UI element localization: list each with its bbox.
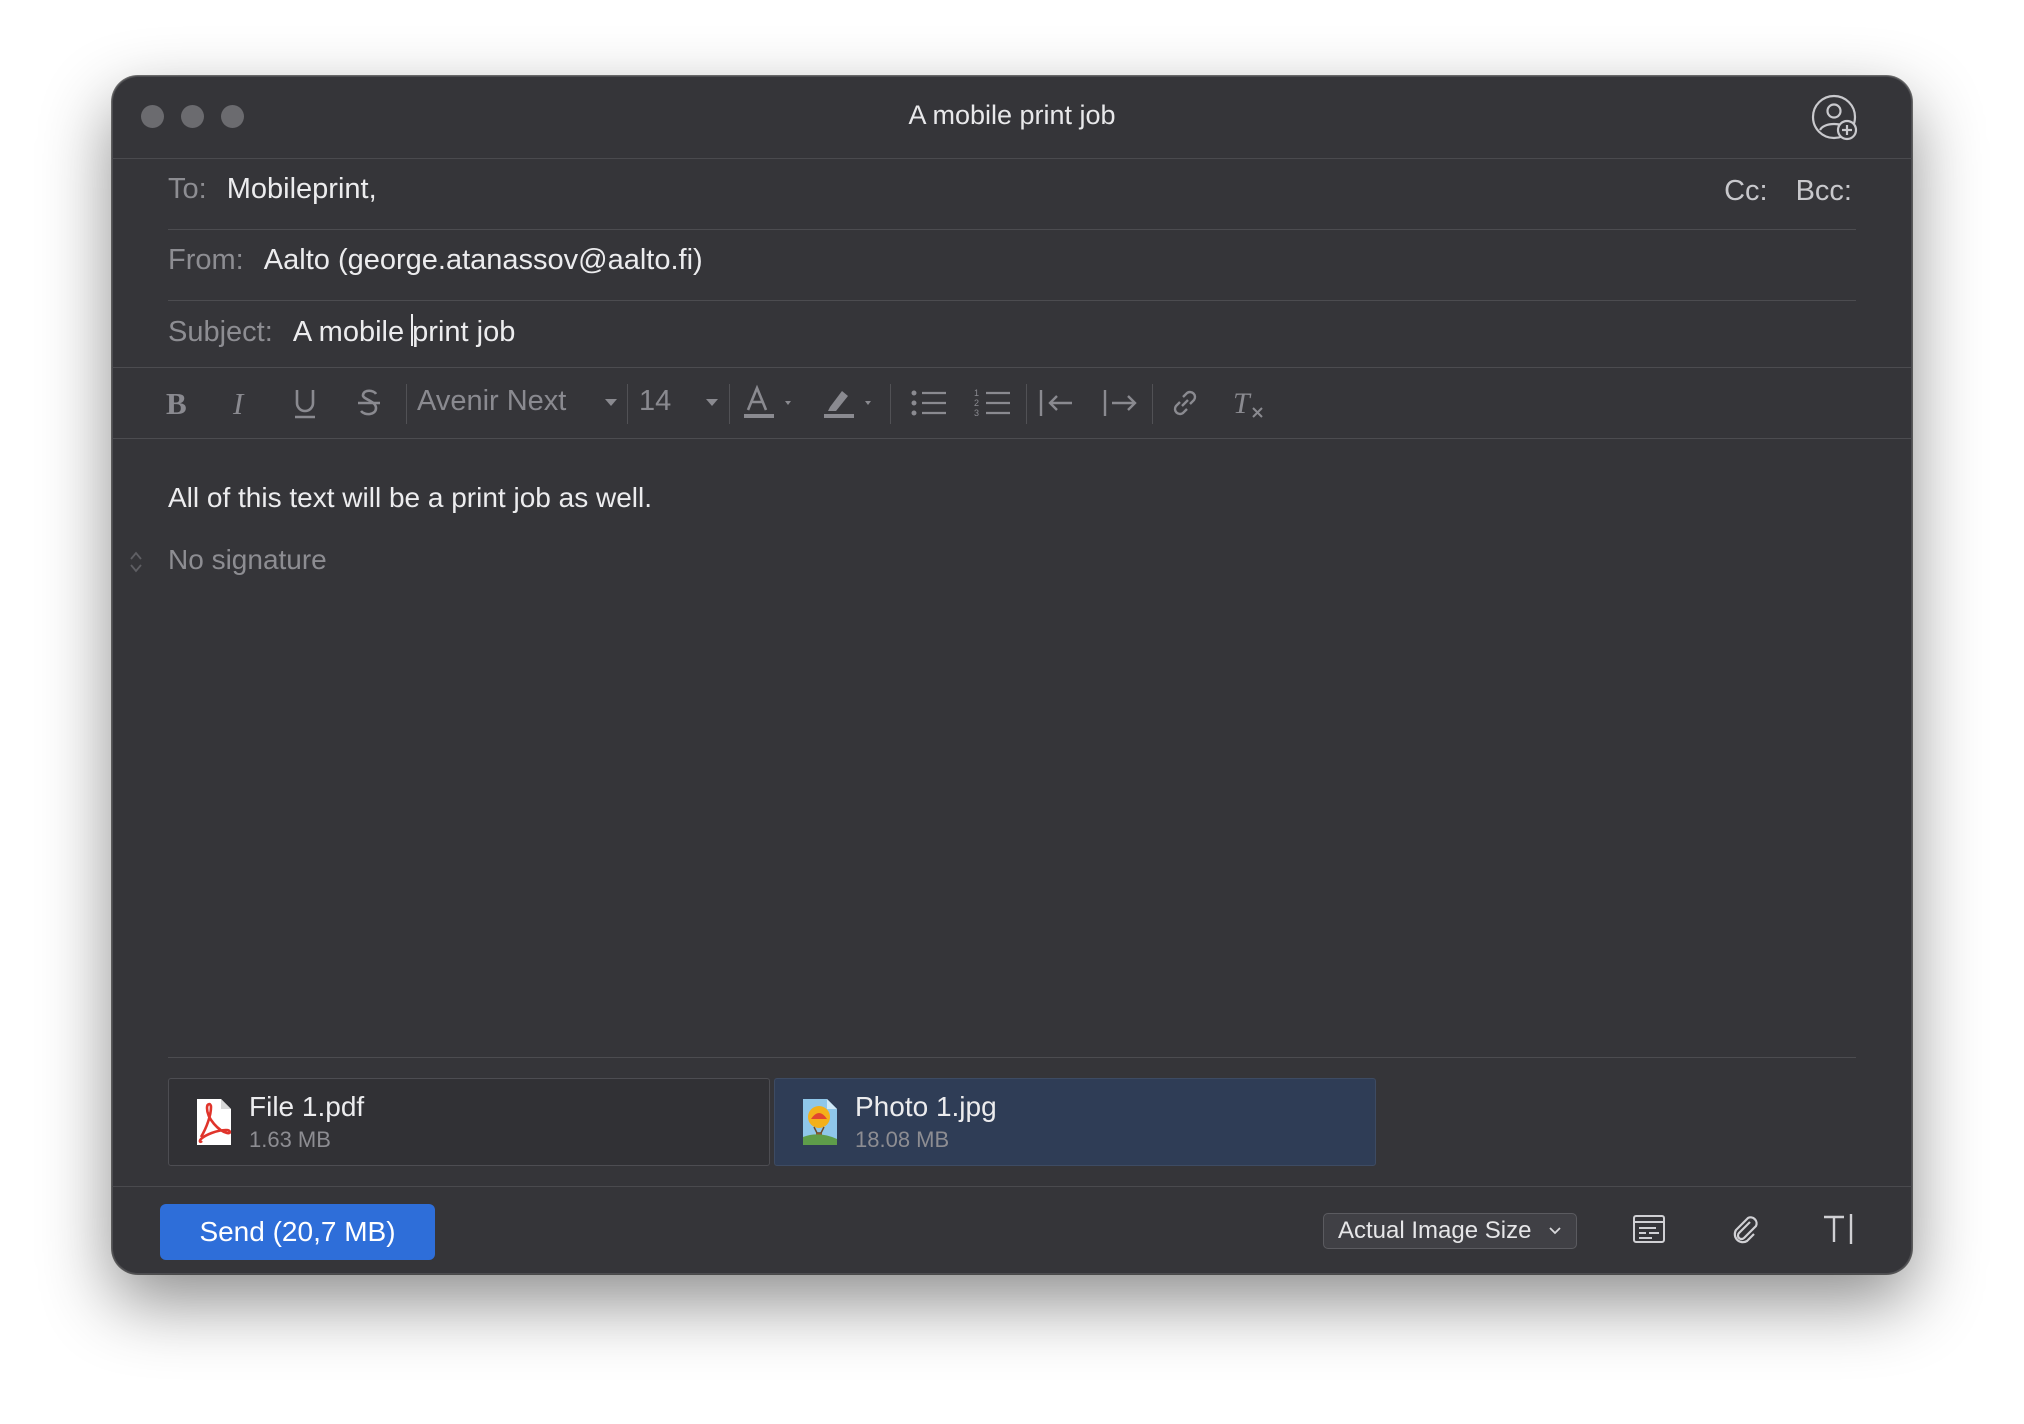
image-size-select[interactable]: Actual Image Size (1323, 1213, 1577, 1249)
attach-file-button[interactable] (1723, 1207, 1767, 1251)
subject-text-after-caret: print job (412, 316, 516, 348)
chevron-down-icon (1549, 1227, 1561, 1235)
insert-link-button[interactable] (1160, 368, 1210, 438)
bold-icon: B (166, 387, 187, 419)
cc-button[interactable]: Cc: (1724, 175, 1768, 207)
underline-icon (295, 390, 315, 419)
window-title: A mobile print job (908, 100, 1116, 130)
send-button[interactable]: Send (20,7 MB) (160, 1204, 435, 1260)
attachment-name: Photo 1.jpg (855, 1091, 997, 1122)
pdf-file-icon (197, 1099, 232, 1145)
message-body-text[interactable]: All of this text will be a print job as … (168, 482, 652, 514)
title-bar: A mobile print job (112, 76, 1912, 159)
underline-button[interactable] (280, 368, 330, 438)
clear-formatting-icon: T (1233, 387, 1263, 420)
to-field[interactable]: Mobileprint, (227, 173, 377, 205)
svg-text:2: 2 (974, 398, 979, 408)
text-color-icon (744, 384, 791, 418)
text-color-button[interactable] (740, 368, 800, 438)
numbered-list-icon: 123 (974, 388, 1010, 418)
attachment-name: File 1.pdf (249, 1091, 365, 1122)
compose-window: A mobile print job To: Mobileprint, Cc: B… (112, 76, 1912, 1274)
attachment-size: 18.08 MB (855, 1127, 950, 1152)
svg-text:T: T (1233, 387, 1252, 420)
attachment-file-2[interactable]: Photo 1.jpg 18.08 MB (774, 1078, 1376, 1166)
bulleted-list-button[interactable] (904, 368, 954, 438)
italic-icon: I (232, 387, 245, 419)
bold-button[interactable]: B (152, 368, 202, 438)
decrease-indent-button[interactable] (1032, 368, 1082, 438)
format-toolbar: B I Avenir Next 14 123 T (112, 367, 1912, 439)
toolbar-separator (627, 384, 628, 424)
svg-text:I: I (232, 387, 245, 419)
decrease-indent-icon (1039, 390, 1072, 416)
signature-label: No signature (168, 544, 327, 575)
templates-icon (1633, 1215, 1665, 1243)
toolbar-separator (406, 384, 407, 424)
svg-text:1: 1 (974, 388, 979, 398)
font-size-dropdown-icon[interactable] (706, 399, 718, 406)
to-label: To: (168, 173, 207, 205)
font-family-select[interactable]: Avenir Next (417, 385, 566, 418)
from-field[interactable]: Aalto (george.atanassov@aalto.fi) (264, 244, 703, 276)
attach-file-icon (1733, 1216, 1758, 1244)
italic-button[interactable]: I (216, 368, 266, 438)
from-row: From: Aalto (george.atanassov@aalto.fi) (168, 230, 1856, 301)
image-size-value: Actual Image Size (1338, 1217, 1532, 1244)
bulleted-list-icon (911, 390, 946, 416)
toolbar-separator (1152, 384, 1153, 424)
add-contact-button[interactable] (1810, 93, 1860, 143)
subject-text-before-caret: A mobile (292, 316, 413, 348)
subject-row: Subject: A mobile print job (168, 300, 1856, 370)
templates-button[interactable] (1627, 1207, 1671, 1251)
signature-chevron-icon (130, 551, 142, 573)
to-row: To: Mobileprint, Cc: Bcc: (168, 159, 1856, 230)
text-format-button[interactable] (1817, 1207, 1861, 1251)
strikethrough-button[interactable] (344, 368, 394, 438)
highlight-color-button[interactable] (820, 368, 880, 438)
footer-divider (112, 1186, 1912, 1187)
svg-text:B: B (166, 387, 187, 419)
numbered-list-button[interactable]: 123 (968, 368, 1018, 438)
bcc-button[interactable]: Bcc: (1796, 175, 1852, 207)
attachment-size: 1.63 MB (249, 1127, 331, 1152)
subject-field[interactable]: A mobile print job (292, 314, 516, 348)
toolbar-separator (729, 384, 730, 424)
clear-formatting-button[interactable]: T (1224, 368, 1274, 438)
image-file-icon (803, 1099, 837, 1145)
attachments-divider (168, 1057, 1856, 1058)
increase-indent-icon (1103, 390, 1137, 416)
font-size-select[interactable]: 14 (639, 385, 671, 418)
link-icon (1173, 390, 1197, 416)
from-label: From: (168, 244, 244, 276)
toolbar-separator (890, 384, 891, 424)
highlight-color-icon (824, 391, 871, 418)
text-format-icon (1824, 1214, 1853, 1244)
strikethrough-icon (358, 389, 380, 416)
increase-indent-button[interactable] (1096, 368, 1146, 438)
subject-label: Subject: (168, 316, 273, 348)
add-contact-icon (1811, 94, 1858, 141)
toolbar-separator (1026, 384, 1027, 424)
svg-text:3: 3 (974, 408, 979, 418)
font-family-dropdown-icon[interactable] (605, 399, 617, 406)
attachment-file-1[interactable]: File 1.pdf 1.63 MB (168, 1078, 770, 1166)
